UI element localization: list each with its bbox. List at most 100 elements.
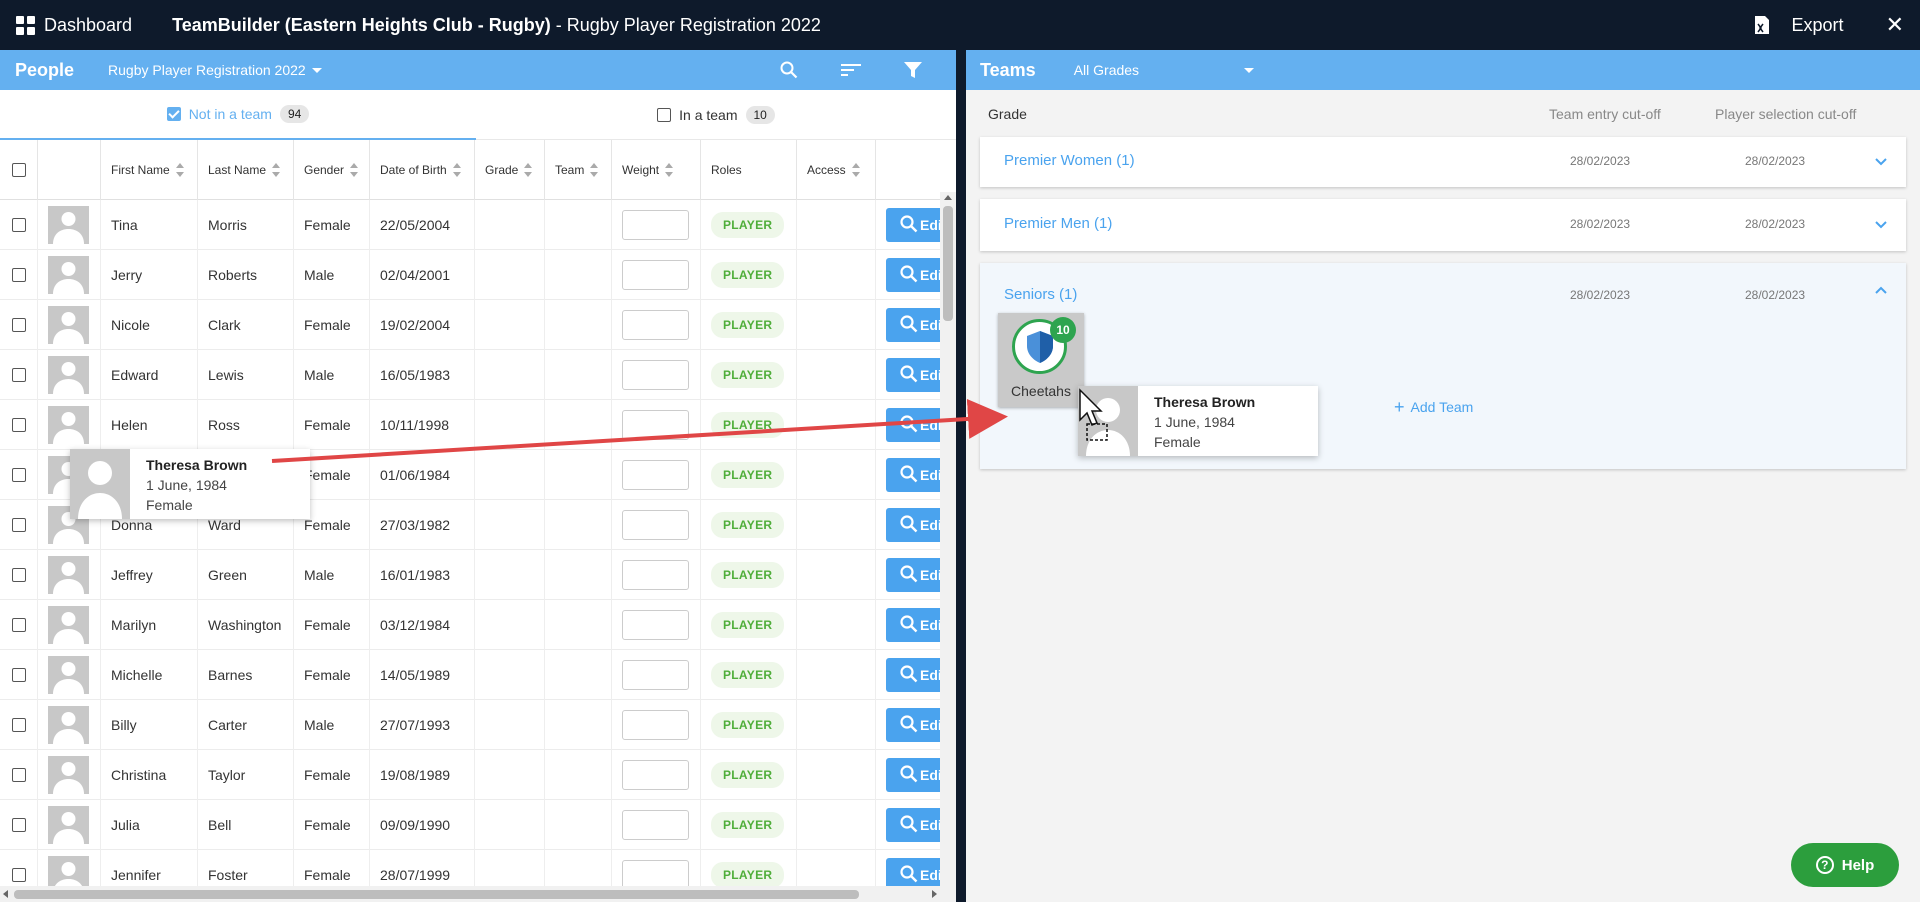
grade-card-premier-women[interactable]: Premier Women (1) 28/02/2023 28/02/2023 — [980, 137, 1906, 187]
scroll-thumb[interactable] — [14, 890, 859, 899]
edit-button[interactable]: Edit — [886, 758, 940, 792]
add-team-button[interactable]: + Add Team — [1394, 398, 1473, 416]
row-checkbox[interactable] — [12, 668, 26, 682]
weight-input[interactable] — [622, 210, 689, 240]
weight-input[interactable] — [622, 610, 689, 640]
not-in-team-checkbox[interactable] — [166, 107, 181, 121]
scroll-up-icon[interactable] — [944, 195, 952, 200]
col-date-of-birth[interactable]: Date of Birth — [370, 140, 475, 200]
table-row[interactable]: EdwardLewisMale16/05/1983 PLAYER Edit — [0, 350, 940, 400]
filter-icon[interactable] — [902, 59, 924, 81]
grade-filter-dropdown[interactable]: All Grades — [1074, 62, 1254, 78]
row-checkbox[interactable] — [12, 718, 26, 732]
drag-preview-card[interactable]: Theresa Brown 1 June, 1984 Female — [1078, 386, 1318, 456]
sort-icon[interactable] — [851, 163, 860, 177]
scroll-thumb[interactable] — [943, 206, 953, 321]
row-checkbox[interactable] — [12, 368, 26, 382]
chevron-down-icon[interactable] — [1874, 218, 1888, 232]
edit-button[interactable]: Edit — [886, 258, 940, 292]
grade-name[interactable]: Seniors (1) — [1004, 286, 1077, 303]
edit-button[interactable]: Edit — [886, 558, 940, 592]
weight-input[interactable] — [622, 460, 689, 490]
col-grade[interactable]: Grade — [475, 140, 545, 200]
col-access[interactable]: Access — [797, 140, 876, 200]
table-row[interactable]: MichelleBarnesFemale14/05/1989 PLAYER Edit — [0, 650, 940, 700]
edit-button[interactable]: Edit — [886, 508, 940, 542]
sort-icon[interactable] — [524, 163, 533, 177]
chevron-up-icon[interactable] — [1874, 283, 1888, 297]
row-checkbox[interactable] — [12, 268, 26, 282]
sort-icon[interactable] — [665, 163, 674, 177]
sort-icon[interactable] — [840, 59, 862, 81]
chevron-down-icon[interactable] — [1874, 155, 1888, 169]
edit-button[interactable]: Edit — [886, 458, 940, 492]
weight-input[interactable] — [622, 260, 689, 290]
row-checkbox[interactable] — [12, 318, 26, 332]
table-row[interactable]: TinaMorrisFemale22/05/2004 PLAYER Edit — [0, 200, 940, 250]
row-checkbox[interactable] — [12, 818, 26, 832]
weight-input[interactable] — [622, 510, 689, 540]
edit-button[interactable]: Edit — [886, 358, 940, 392]
table-row[interactable]: BillyCarterMale27/07/1993 PLAYER Edit — [0, 700, 940, 750]
row-checkbox[interactable] — [12, 218, 26, 232]
row-checkbox[interactable] — [12, 618, 26, 632]
row-checkbox[interactable] — [12, 568, 26, 582]
edit-button[interactable]: Edit — [886, 808, 940, 842]
weight-input[interactable] — [622, 410, 689, 440]
row-checkbox[interactable] — [12, 418, 26, 432]
edit-button[interactable]: Edit — [886, 208, 940, 242]
close-icon[interactable]: ✕ — [1886, 14, 1904, 36]
weight-input[interactable] — [622, 560, 689, 590]
weight-input[interactable] — [622, 310, 689, 340]
horizontal-scrollbar[interactable] — [0, 886, 940, 902]
edit-button[interactable]: Edit — [886, 408, 940, 442]
excel-icon[interactable] — [1754, 15, 1770, 35]
row-checkbox[interactable] — [12, 468, 26, 482]
table-row[interactable]: JeffreyGreenMale16/01/1983 PLAYER Edit — [0, 550, 940, 600]
registration-dropdown[interactable]: Rugby Player Registration 2022 — [108, 62, 322, 78]
scroll-left-icon[interactable] — [3, 890, 8, 898]
grade-name[interactable]: Premier Men (1) — [1004, 215, 1112, 232]
edit-button[interactable]: Edit — [886, 608, 940, 642]
select-all-checkbox[interactable] — [12, 163, 26, 177]
row-checkbox[interactable] — [12, 768, 26, 782]
col-first-name[interactable]: First Name — [101, 140, 198, 200]
edit-button[interactable]: Edit — [886, 708, 940, 742]
edit-button[interactable]: Edit — [886, 308, 940, 342]
sort-icon[interactable] — [272, 163, 281, 177]
grade-name[interactable]: Premier Women (1) — [1004, 152, 1135, 169]
table-row[interactable]: Christina Taylor Female 19/08/1989 PLAYER Edi… — [0, 750, 940, 800]
col-last-name[interactable]: Last Name — [198, 140, 294, 200]
grade-card-premier-men[interactable]: Premier Men (1) 28/02/2023 28/02/2023 — [980, 199, 1906, 251]
table-row[interactable]: NicoleClarkFemale19/02/2004 PLAYER Edit — [0, 300, 940, 350]
vertical-scrollbar[interactable] — [940, 192, 956, 902]
row-checkbox[interactable] — [12, 518, 26, 532]
panel-divider[interactable] — [956, 50, 966, 902]
sort-icon[interactable] — [452, 163, 461, 177]
weight-input[interactable] — [622, 660, 689, 690]
search-icon[interactable] — [778, 59, 800, 81]
dashboard-button[interactable]: Dashboard — [16, 15, 132, 36]
weight-input[interactable] — [622, 760, 689, 790]
tab-not-in-team[interactable]: Not in a team 94 — [0, 90, 476, 140]
export-button[interactable]: Export — [1792, 15, 1844, 36]
help-button[interactable]: ? Help — [1791, 843, 1899, 887]
col-weight[interactable]: Weight — [612, 140, 701, 200]
weight-input[interactable] — [622, 810, 689, 840]
col-gender[interactable]: Gender — [294, 140, 370, 200]
table-row[interactable]: Marilyn Washington Female 03/12/1984 PLAYER E… — [0, 600, 940, 650]
sort-icon[interactable] — [590, 163, 599, 177]
in-team-checkbox[interactable] — [657, 108, 672, 122]
table-row[interactable]: HelenRossFemale10/11/1998 PLAYER Edit — [0, 400, 940, 450]
col-team[interactable]: Team — [545, 140, 612, 200]
team-tile-cheetahs[interactable]: 10 Cheetahs — [998, 313, 1084, 407]
row-checkbox[interactable] — [12, 868, 26, 882]
scroll-right-icon[interactable] — [932, 890, 937, 898]
table-row[interactable]: JuliaBellFemale09/09/1990 PLAYER Edit — [0, 800, 940, 850]
sort-icon[interactable] — [175, 163, 184, 177]
table-row[interactable]: JerryRobertsMale02/04/2001 PLAYER Edit — [0, 250, 940, 300]
weight-input[interactable] — [622, 710, 689, 740]
edit-button[interactable]: Edit — [886, 658, 940, 692]
tab-in-team[interactable]: In a team 10 — [476, 90, 956, 140]
sort-icon[interactable] — [350, 163, 359, 177]
